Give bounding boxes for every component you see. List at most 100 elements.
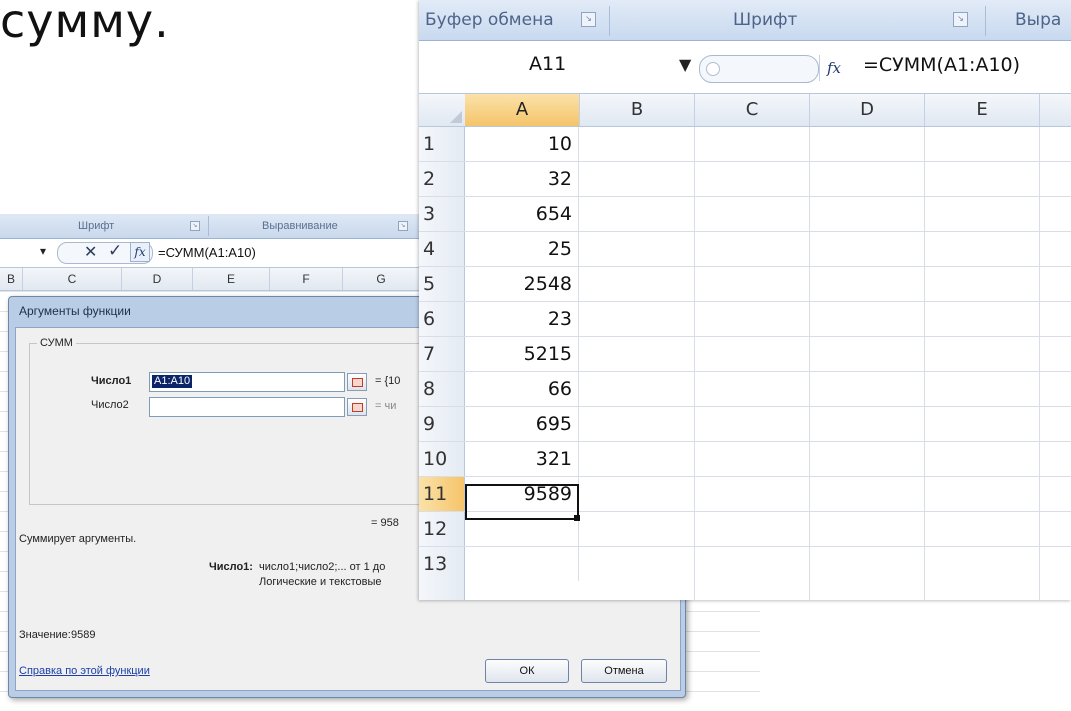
row-header[interactable]: 3 [419, 197, 465, 231]
cell-a7[interactable]: 5215 [465, 337, 579, 371]
ok-button[interactable]: ОК [485, 659, 569, 683]
confirm-entry-icon[interactable]: ✓ [108, 241, 122, 261]
cell-a2[interactable]: 32 [465, 162, 579, 196]
cell[interactable] [925, 337, 1040, 371]
cell[interactable] [925, 197, 1040, 231]
cell[interactable] [810, 127, 925, 161]
cell[interactable] [925, 162, 1040, 196]
cell[interactable] [580, 267, 695, 301]
cell[interactable] [810, 512, 925, 546]
formula-text[interactable]: =СУММ(A1:A10) [863, 54, 1020, 76]
insert-function-icon[interactable]: fx [819, 55, 848, 81]
cell-a9[interactable]: 695 [465, 407, 579, 441]
cell[interactable] [925, 302, 1040, 336]
select-all-corner[interactable] [419, 94, 466, 126]
column-header-e[interactable]: E [925, 94, 1040, 126]
alignment-dialog-launcher-icon[interactable]: ↘ [398, 221, 408, 231]
arg1-collapse-icon[interactable] [347, 373, 367, 391]
ribbon-group-font[interactable]: Шрифт [78, 214, 114, 238]
name-box[interactable]: A11 [419, 41, 683, 93]
cell[interactable] [695, 442, 810, 476]
name-box-dropdown-icon[interactable]: ▾ [40, 244, 46, 258]
row-header[interactable]: 1 [419, 127, 465, 161]
row-header[interactable]: 6 [419, 302, 465, 336]
row-header[interactable]: 7 [419, 337, 465, 371]
cell[interactable] [695, 547, 810, 600]
cell[interactable] [925, 127, 1040, 161]
cell[interactable] [695, 372, 810, 406]
font-dialog-launcher-icon[interactable]: ↘ [190, 221, 200, 231]
column-header-d[interactable]: D [122, 268, 193, 290]
name-box-dropdown-icon[interactable]: ▼ [679, 55, 691, 74]
cell[interactable] [810, 372, 925, 406]
row-header[interactable]: 5 [419, 267, 465, 301]
cell[interactable] [925, 232, 1040, 266]
cell[interactable] [580, 162, 695, 196]
cell[interactable] [810, 407, 925, 441]
cell[interactable] [925, 442, 1040, 476]
column-header-e[interactable]: E [193, 268, 270, 290]
clipboard-dialog-launcher-icon[interactable]: ↘ [581, 12, 596, 27]
cell[interactable] [925, 407, 1040, 441]
insert-function-icon[interactable]: fx [130, 242, 150, 262]
cell[interactable] [580, 547, 695, 600]
cell[interactable] [925, 267, 1040, 301]
cell[interactable] [580, 337, 695, 371]
column-header-d[interactable]: D [810, 94, 925, 126]
cell[interactable] [695, 407, 810, 441]
cell[interactable] [580, 477, 695, 511]
help-link[interactable]: Справка по этой функции [19, 665, 150, 677]
row-header[interactable]: 4 [419, 232, 465, 266]
cancel-button[interactable]: Отмена [581, 659, 667, 683]
font-dialog-launcher-icon[interactable]: ↘ [953, 12, 968, 27]
cell[interactable] [810, 442, 925, 476]
cell-a6[interactable]: 23 [465, 302, 579, 336]
cell[interactable] [695, 477, 810, 511]
cell[interactable] [580, 407, 695, 441]
cell-a13[interactable] [465, 547, 579, 581]
column-header-c[interactable]: C [23, 268, 122, 290]
arg2-collapse-icon[interactable] [347, 398, 367, 416]
cell[interactable] [810, 162, 925, 196]
cell[interactable] [695, 267, 810, 301]
cell[interactable] [695, 162, 810, 196]
column-header-a[interactable]: A [465, 94, 580, 126]
cell-a10[interactable]: 321 [465, 442, 579, 476]
cell[interactable] [810, 197, 925, 231]
ribbon-group-clipboard[interactable]: Буфер обмена [425, 0, 554, 40]
cell-a5[interactable]: 2548 [465, 267, 579, 301]
cell-a3[interactable]: 654 [465, 197, 579, 231]
cell[interactable] [695, 232, 810, 266]
row-header[interactable]: 13 [419, 547, 465, 600]
cell[interactable] [695, 127, 810, 161]
cell[interactable] [695, 512, 810, 546]
cell[interactable] [810, 547, 925, 600]
cell[interactable] [580, 197, 695, 231]
cancel-entry-icon[interactable]: ✕ [84, 242, 97, 261]
cell[interactable] [580, 232, 695, 266]
column-header-c[interactable]: C [695, 94, 810, 126]
cell[interactable] [925, 512, 1040, 546]
cell[interactable] [695, 197, 810, 231]
cell[interactable] [695, 302, 810, 336]
column-header-f[interactable]: F [270, 268, 343, 290]
cell[interactable] [810, 477, 925, 511]
cell-a4[interactable]: 25 [465, 232, 579, 266]
cell[interactable] [925, 477, 1040, 511]
cell[interactable] [810, 232, 925, 266]
formula-text[interactable]: =СУММ(A1:A10) [158, 245, 256, 260]
arg1-input[interactable]: A1:A10 [149, 372, 345, 392]
cell[interactable] [810, 267, 925, 301]
cell[interactable] [580, 372, 695, 406]
cell[interactable] [925, 547, 1040, 600]
cell[interactable] [580, 127, 695, 161]
row-header[interactable]: 8 [419, 372, 465, 406]
fill-handle[interactable] [574, 515, 580, 521]
column-header-b[interactable]: B [0, 268, 23, 290]
column-header-b[interactable]: B [580, 94, 695, 126]
cell[interactable] [580, 442, 695, 476]
row-header[interactable]: 2 [419, 162, 465, 196]
row-header-active[interactable]: 11 [419, 477, 465, 511]
cell[interactable] [810, 337, 925, 371]
cell[interactable] [925, 372, 1040, 406]
